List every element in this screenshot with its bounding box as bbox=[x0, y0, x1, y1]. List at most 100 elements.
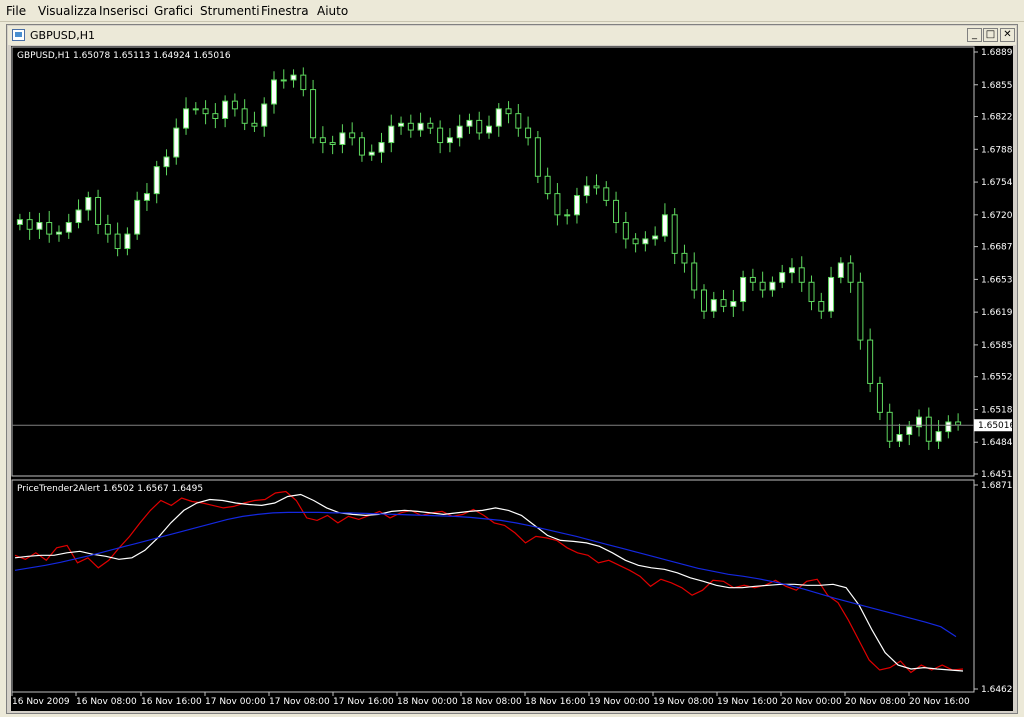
current-price-label: 1.65016 bbox=[978, 421, 1013, 431]
candle-body bbox=[163, 156, 170, 168]
menu-strumenti[interactable]: Strumenti bbox=[200, 4, 260, 18]
candle-body bbox=[95, 196, 102, 225]
candle-body bbox=[388, 125, 395, 144]
candle-body bbox=[818, 301, 825, 312]
candle-body bbox=[466, 119, 473, 127]
candle-body bbox=[525, 127, 532, 139]
candle-body bbox=[564, 214, 571, 217]
header-open: 1.65078 bbox=[73, 51, 110, 61]
candle-body bbox=[437, 127, 444, 144]
candle-body bbox=[857, 281, 864, 341]
chart-window-icon bbox=[12, 29, 25, 41]
candle-body bbox=[417, 122, 424, 131]
minimize-button[interactable]: _ bbox=[967, 28, 982, 42]
time-tick-label: 19 Nov 16:00 bbox=[717, 697, 778, 707]
candle-body bbox=[310, 89, 317, 139]
candle-body bbox=[124, 233, 131, 250]
time-tick-label: 20 Nov 16:00 bbox=[909, 697, 970, 707]
time-tick-label: 17 Nov 00:00 bbox=[205, 697, 266, 707]
candle-body bbox=[495, 108, 502, 127]
menu-aiuto[interactable]: Aiuto bbox=[317, 4, 348, 18]
time-tick-label: 16 Nov 08:00 bbox=[76, 697, 137, 707]
candle-body bbox=[720, 299, 727, 307]
candle-body bbox=[104, 223, 111, 235]
time-tick-label: 16 Nov 2009 bbox=[12, 697, 70, 707]
candle-body bbox=[251, 122, 258, 127]
close-button[interactable]: ✕ bbox=[1000, 28, 1015, 42]
candle-body bbox=[886, 411, 893, 442]
menu-inserisci[interactable]: Inserisci bbox=[99, 4, 148, 18]
price-tick-label: 1.66870 bbox=[981, 243, 1013, 253]
candle-body bbox=[505, 108, 512, 115]
restore-button[interactable]: □ bbox=[983, 28, 998, 42]
indicator-tick-label: 1.6871 bbox=[981, 481, 1013, 491]
candle-body bbox=[173, 127, 180, 158]
menu-finestra[interactable]: Finestra bbox=[261, 4, 309, 18]
candle-body bbox=[446, 137, 453, 144]
candle-body bbox=[632, 238, 639, 245]
header-close: 1.65016 bbox=[193, 51, 230, 61]
price-tick-label: 1.65850 bbox=[981, 341, 1013, 351]
candle-body bbox=[730, 301, 737, 307]
candle-body bbox=[515, 113, 522, 129]
candle-body bbox=[906, 426, 913, 435]
time-tick-label: 20 Nov 00:00 bbox=[781, 697, 842, 707]
candle-body bbox=[85, 196, 92, 211]
candle-body bbox=[222, 100, 229, 119]
candle-body bbox=[622, 222, 629, 240]
candle-body bbox=[583, 185, 590, 197]
candle-body bbox=[75, 209, 82, 224]
candle-body bbox=[573, 195, 580, 216]
time-tick-label: 19 Nov 00:00 bbox=[589, 697, 650, 707]
candle-body bbox=[46, 222, 53, 235]
candle-body bbox=[349, 132, 356, 139]
time-tick-label: 18 Nov 16:00 bbox=[525, 697, 586, 707]
indicator-v2: 1.6567 bbox=[137, 484, 169, 494]
menu-grafici[interactable]: Grafici bbox=[154, 4, 193, 18]
candle-body bbox=[837, 262, 844, 278]
candle-body bbox=[241, 108, 248, 124]
time-tick-label: 19 Nov 08:00 bbox=[653, 697, 714, 707]
candle-body bbox=[691, 262, 698, 291]
candle-body bbox=[554, 193, 561, 216]
candle-body bbox=[16, 219, 23, 225]
candle-body bbox=[603, 187, 610, 201]
candle-body bbox=[652, 235, 659, 240]
candle-body bbox=[681, 252, 688, 264]
price-tick-label: 1.64840 bbox=[981, 438, 1013, 448]
chart-area[interactable]: 1.68890 1.68550 1.68220 1.67880 1.67540 1.672… bbox=[11, 46, 1018, 711]
candle-body bbox=[935, 431, 942, 442]
header-symbol: GBPUSD,H1 bbox=[17, 51, 70, 61]
candle-body bbox=[544, 175, 551, 195]
chart-svg: 1.68890 1.68550 1.68220 1.67880 1.67540 1.672… bbox=[11, 46, 1018, 711]
candle-body bbox=[779, 272, 786, 283]
candle-body bbox=[183, 108, 190, 129]
candle-body bbox=[534, 137, 541, 177]
candle-body bbox=[642, 238, 649, 245]
candle-body bbox=[65, 222, 72, 233]
candle-body bbox=[114, 233, 121, 250]
candle-body bbox=[798, 267, 805, 283]
window-titlebar[interactable]: GBPUSD,H1 _ □ ✕ bbox=[8, 26, 1016, 45]
price-tick-label: 1.65180 bbox=[981, 405, 1013, 415]
candle-body bbox=[613, 199, 620, 224]
menu-file[interactable]: File bbox=[6, 4, 26, 18]
candle-body bbox=[36, 222, 43, 230]
candle-body bbox=[192, 108, 199, 111]
menu-visualizza[interactable]: Visualizza bbox=[38, 4, 97, 18]
candle-body bbox=[261, 103, 268, 127]
candle-body bbox=[339, 132, 346, 145]
candle-body bbox=[759, 281, 766, 291]
candle-body bbox=[749, 276, 756, 283]
price-tick-label: 1.68220 bbox=[981, 113, 1013, 123]
candle-body bbox=[329, 142, 336, 145]
price-tick-label: 1.67540 bbox=[981, 178, 1013, 188]
candle-body bbox=[701, 289, 708, 312]
candle-body bbox=[202, 108, 209, 115]
candle-body bbox=[710, 299, 717, 312]
candle-body bbox=[427, 122, 434, 129]
indicator-name: PriceTrender2Alert bbox=[17, 484, 100, 494]
candle-body bbox=[876, 382, 883, 413]
candle-body bbox=[896, 433, 903, 442]
candle-body bbox=[788, 267, 795, 274]
